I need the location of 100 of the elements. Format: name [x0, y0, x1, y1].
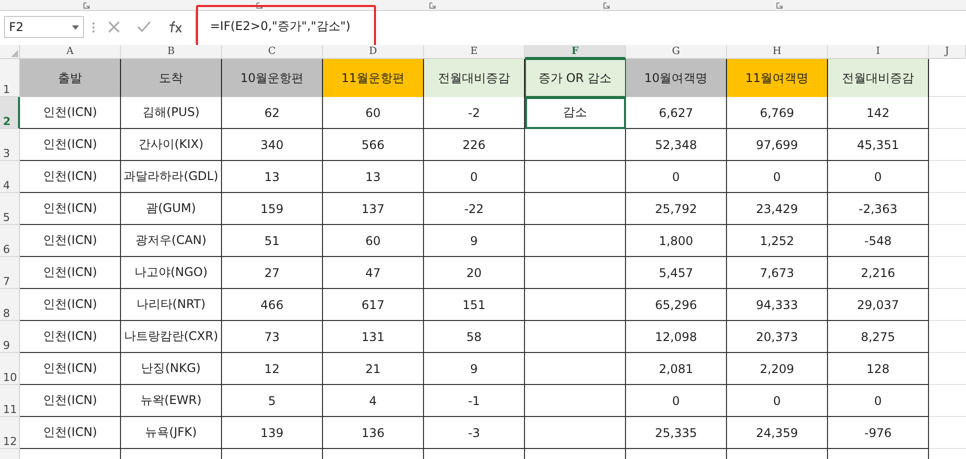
header-cell: 10월여객명 — [626, 59, 727, 97]
row-header[interactable]: 2 — [0, 97, 20, 129]
row-header[interactable]: 6 — [0, 225, 20, 257]
table-cell: 0 — [424, 161, 525, 193]
column-header[interactable]: H — [727, 45, 828, 59]
table-cell: 2,209 — [727, 353, 828, 385]
table-cell: 감소 — [525, 97, 626, 129]
table-cell: 인천(ICN) — [20, 225, 121, 257]
table-cell: 139 — [222, 417, 323, 449]
header-cell: 증가 OR 감소 — [525, 59, 626, 97]
header-cell: 도착 — [121, 59, 222, 97]
row-header[interactable]: 3 — [0, 129, 20, 161]
dialog-launcher-icon[interactable] — [83, 2, 90, 8]
header-cell: 10월운항편 — [222, 59, 323, 97]
table-cell: 52,348 — [626, 129, 727, 161]
table-cell: 나고야(NGO) — [121, 257, 222, 289]
dialog-launcher-icon[interactable] — [429, 2, 436, 8]
dropdown-icon[interactable] — [72, 24, 79, 30]
column-header[interactable]: D — [323, 45, 424, 59]
row-header[interactable]: 1 — [0, 59, 20, 97]
table-cell: 5 — [222, 385, 323, 417]
table-cell: 25,792 — [626, 193, 727, 225]
column-header[interactable]: C — [222, 45, 323, 59]
table-cell: 73 — [222, 321, 323, 353]
row-header[interactable]: 9 — [0, 321, 20, 353]
cancel-icon[interactable] — [107, 20, 121, 34]
table-cell: 인천(ICN) — [20, 161, 121, 193]
table-cell: -1 — [424, 385, 525, 417]
table-cell: 20,373 — [727, 321, 828, 353]
column-header[interactable]: I — [828, 45, 929, 59]
table-cell: 4 — [323, 385, 424, 417]
table-cell: 2,216 — [828, 257, 929, 289]
table-cell: 0 — [626, 385, 727, 417]
function-icon[interactable] — [167, 20, 183, 34]
header-cell: 전월대비증감 — [828, 59, 929, 97]
table-cell: 간사이(KIX) — [121, 129, 222, 161]
dialog-launcher-icon[interactable] — [602, 2, 610, 8]
table-cell: 20 — [424, 257, 525, 289]
table-cell: 13 — [222, 161, 323, 193]
table-cell: 21 — [323, 353, 424, 385]
table-cell: 괌(GUM) — [121, 193, 222, 225]
table-cell: 142 — [828, 97, 929, 129]
table-cell: 97,699 — [727, 129, 828, 161]
table-cell: -2 — [424, 97, 525, 129]
name-box[interactable]: F2 — [4, 16, 84, 38]
table-cell: 340 — [222, 129, 323, 161]
row-header[interactable]: 8 — [0, 289, 20, 321]
table-cell: 6,769 — [727, 97, 828, 129]
column-header[interactable]: G — [626, 45, 727, 59]
table-cell: 뉴욕(JFK) — [121, 417, 222, 449]
triangle-icon — [11, 50, 18, 57]
row-header[interactable]: 12 — [0, 417, 20, 449]
table-cell: 29,037 — [828, 289, 929, 321]
table-cell: 인천(ICN) — [20, 193, 121, 225]
row-header[interactable]: 4 — [0, 161, 20, 193]
table-cell: 광저우(CAN) — [121, 225, 222, 257]
column-header[interactable]: A — [20, 45, 121, 59]
table-cell: 인천(ICN) — [20, 321, 121, 353]
table-cell: 60 — [323, 97, 424, 129]
table-cell: 9 — [424, 353, 525, 385]
table-cell: 51 — [222, 225, 323, 257]
table-cell: -976 — [828, 417, 929, 449]
column-header[interactable]: B — [121, 45, 222, 59]
table-cell: 1,800 — [626, 225, 727, 257]
table-cell: 인천(ICN) — [20, 417, 121, 449]
table-cell: 617 — [323, 289, 424, 321]
column-header[interactable]: F — [525, 45, 626, 59]
table-cell: 나트랑캄란(CXR) — [121, 321, 222, 353]
row-header[interactable]: 5 — [0, 193, 20, 225]
table-cell: 인천(ICN) — [20, 257, 121, 289]
table-cell: 뉴왁(EWR) — [121, 385, 222, 417]
row-header[interactable]: 10 — [0, 353, 20, 385]
check-icon[interactable] — [137, 20, 151, 34]
column-header[interactable]: J — [929, 45, 966, 59]
table-cell: -548 — [828, 225, 929, 257]
table-cell: 난징(NKG) — [121, 353, 222, 385]
table-cell: -22 — [424, 193, 525, 225]
table-cell: 김해(PUS) — [121, 97, 222, 129]
table-cell: 나리타(NRT) — [121, 289, 222, 321]
table-cell: 58 — [424, 321, 525, 353]
table-cell: 136 — [323, 417, 424, 449]
table-cell: 62 — [222, 97, 323, 129]
table-cell: 566 — [323, 129, 424, 161]
column-header[interactable]: E — [424, 45, 525, 59]
table-cell: 2,081 — [626, 353, 727, 385]
table-cell: 24,359 — [727, 417, 828, 449]
table-cell: 인천(ICN) — [20, 129, 121, 161]
table-cell: 9 — [424, 225, 525, 257]
table-cell: 0 — [727, 161, 828, 193]
row-header[interactable]: 11 — [0, 385, 20, 417]
table-cell: 226 — [424, 129, 525, 161]
table-cell: 137 — [323, 193, 424, 225]
table-cell: 466 — [222, 289, 323, 321]
header-cell: 전월대비증감 — [424, 59, 525, 97]
table-cell: 45,351 — [828, 129, 929, 161]
table-cell: 128 — [828, 353, 929, 385]
row-header[interactable]: 7 — [0, 257, 20, 289]
table-cell: 47 — [323, 257, 424, 289]
dialog-launcher-icon[interactable] — [776, 2, 783, 8]
dialog-launcher-icon[interactable] — [256, 2, 264, 8]
